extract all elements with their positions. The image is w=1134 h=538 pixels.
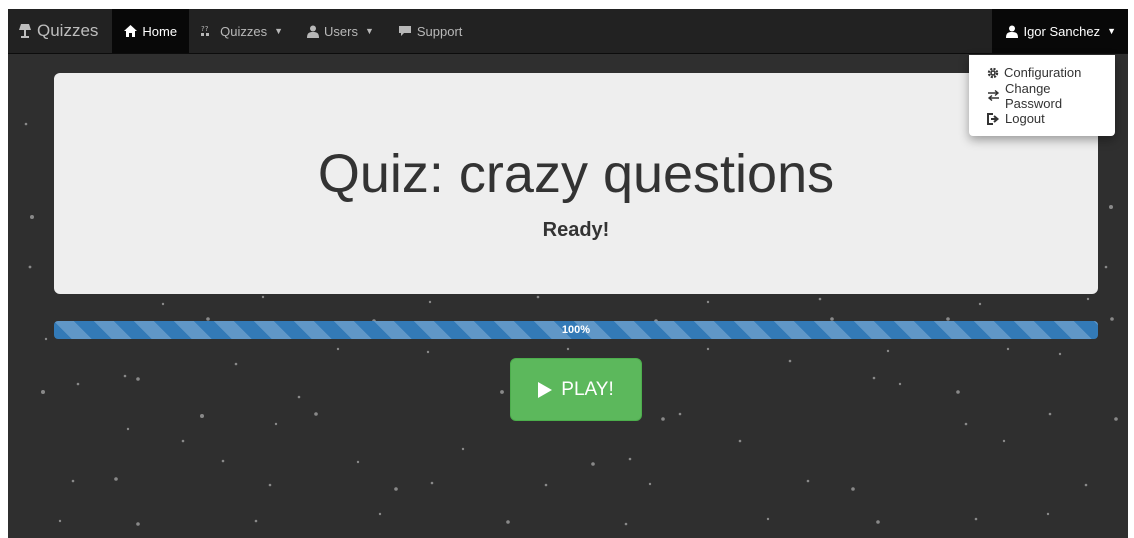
quiz-jumbotron: Quiz: crazy questions Ready! [54, 73, 1098, 294]
app-window: Quizzes Home ?? Quizzes ▼ Users ▼ Suppor… [8, 9, 1128, 538]
transfer-icon [987, 90, 1000, 101]
nav-support-label: Support [416, 23, 463, 39]
nav-quizzes-dropdown[interactable]: ?? Quizzes ▼ [189, 9, 295, 53]
home-icon [124, 25, 138, 37]
quiz-title: Quiz: crazy questions [317, 144, 835, 204]
nav-home-label: Home [142, 23, 178, 39]
lamp-icon [18, 23, 32, 39]
nav-users-dropdown[interactable]: Users ▼ [295, 9, 386, 53]
user-menu-toggle[interactable]: Igor Sanchez ▼ [992, 9, 1128, 53]
logout-icon [987, 112, 1000, 125]
progress-label: 100% [561, 324, 591, 336]
quiz-status: Ready! [542, 219, 610, 241]
quizzes-icon: ?? [201, 25, 215, 37]
brand-label: Quizzes [37, 21, 99, 40]
nav-support[interactable]: Support [386, 9, 475, 53]
menu-item-change-password[interactable]: Change Password [969, 81, 1115, 111]
play-icon [538, 381, 553, 398]
comment-icon [398, 25, 412, 37]
menu-item-label: Change Password [1005, 80, 1063, 111]
user-name: Igor Sanchez [1023, 23, 1101, 39]
nav-users-label: Users [324, 23, 358, 39]
nav-home[interactable]: Home [112, 9, 190, 53]
caret-down-icon: ▼ [1107, 26, 1116, 36]
menu-item-label: Logout [1005, 111, 1045, 126]
user-dropdown-menu: Configuration Change Password Logout [969, 55, 1115, 136]
caret-down-icon: ▼ [364, 26, 374, 36]
menu-item-label: Configuration [1004, 65, 1082, 80]
brand-link[interactable]: Quizzes [8, 9, 112, 53]
gear-icon [987, 67, 999, 79]
play-button[interactable]: PLAY! [510, 358, 642, 421]
nav-quizzes-label: Quizzes [220, 23, 268, 39]
svg-text:??: ?? [201, 25, 209, 33]
play-button-label: PLAY! [561, 378, 614, 400]
quiz-progress: 100% [54, 321, 1098, 339]
progress-bar: 100% [54, 321, 1098, 339]
user-icon [307, 25, 319, 38]
caret-down-icon: ▼ [274, 26, 283, 36]
user-icon [1006, 25, 1019, 38]
navbar: Quizzes Home ?? Quizzes ▼ Users ▼ Suppor… [8, 9, 1128, 54]
